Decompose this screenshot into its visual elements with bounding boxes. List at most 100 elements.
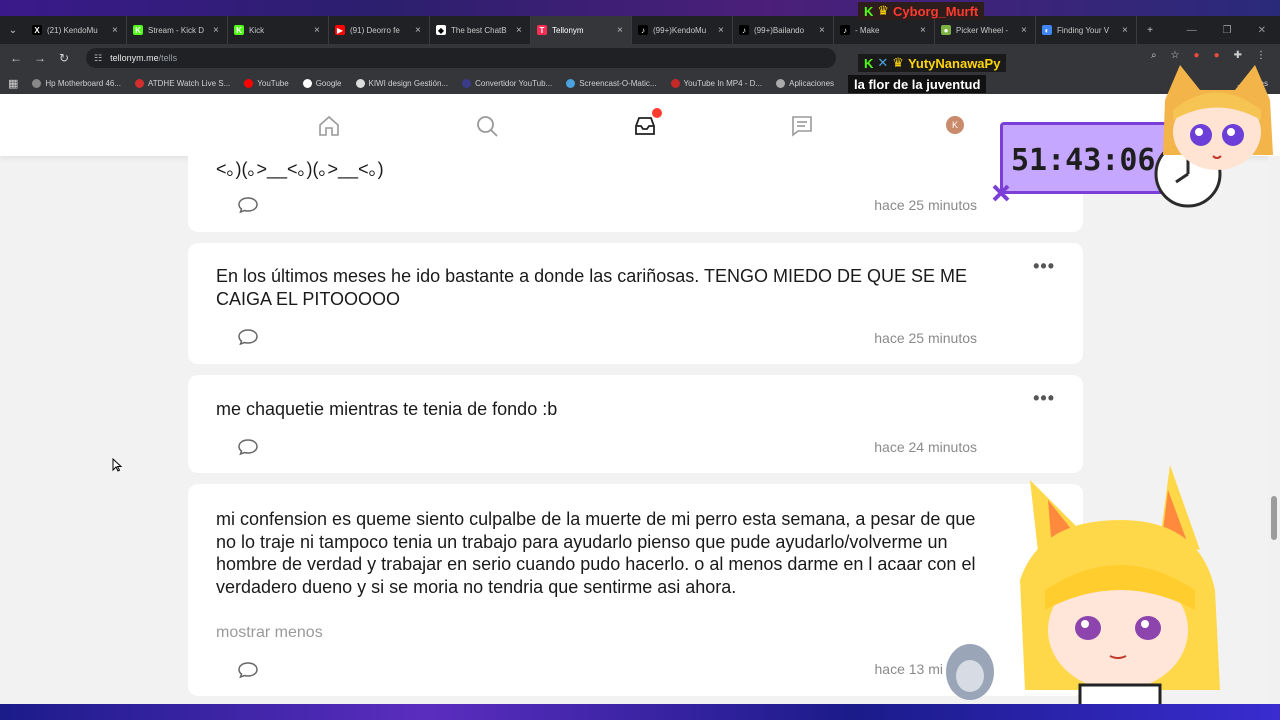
tab-title: (21) KendoMu xyxy=(47,25,98,35)
wheel-icon: ● xyxy=(941,25,951,35)
bookmark-item[interactable]: YouTube In MP4 - D... xyxy=(670,78,763,88)
notification-dot xyxy=(652,108,662,118)
more-options-icon[interactable]: ••• xyxy=(1033,256,1055,277)
tell-text: En los últimos meses he ido bastante a d… xyxy=(216,266,967,309)
bookmark-favicon-icon xyxy=(355,78,365,88)
reload-icon[interactable]: ↻ xyxy=(52,51,76,65)
apps-grid-icon[interactable]: ▦ xyxy=(8,77,18,90)
bookmark-item[interactable]: ATDHE Watch Live S... xyxy=(135,78,231,88)
browser-tab[interactable]: ▶ (91) Deorro fe × xyxy=(329,16,430,44)
bookmark-label: Google xyxy=(315,78,342,88)
browser-tab[interactable]: ◆ The best ChatB × xyxy=(430,16,531,44)
chat-user-badge: K ♛ Cyborg_Murft xyxy=(858,2,985,20)
browser-tab[interactable]: K Kick × xyxy=(228,16,329,44)
tab-title: Finding Your V xyxy=(1057,25,1110,35)
close-tab-icon[interactable]: × xyxy=(819,25,827,36)
bookmark-item[interactable]: YouTube xyxy=(244,78,289,88)
comment-icon[interactable] xyxy=(237,438,259,456)
browser-tab[interactable]: ♪ (99+)KendoMu × xyxy=(632,16,733,44)
bookmark-item[interactable]: Screencast-O-Matic... xyxy=(566,78,657,88)
window-controls: — ❐ ✕ xyxy=(1187,16,1280,44)
bookmark-item[interactable]: KIWI design Gestión... xyxy=(355,78,448,88)
browser-tab[interactable]: K Stream - Kick D × xyxy=(127,16,228,44)
browser-tab[interactable]: ◐ Finding Your V × xyxy=(1036,16,1137,44)
bookmarks-bar: ▦ Hp Motherboard 46... ATDHE Watch Live S… xyxy=(0,72,1280,94)
tab-title: The best ChatB xyxy=(451,25,507,35)
tab-search-chevron-icon[interactable]: ⌄ xyxy=(0,25,26,36)
address-bar[interactable]: ☷ tellonym.me/tells xyxy=(86,48,836,68)
close-tab-icon[interactable]: × xyxy=(213,25,221,36)
messages-icon[interactable] xyxy=(790,114,814,138)
back-arrow-icon[interactable]: ← xyxy=(4,51,28,65)
tab-title: Stream - Kick D xyxy=(148,25,205,35)
forward-arrow-icon[interactable]: → xyxy=(28,51,52,65)
tellonym-icon: T xyxy=(537,25,547,35)
minimize-icon[interactable]: — xyxy=(1187,25,1197,36)
restore-icon[interactable]: ❐ xyxy=(1223,25,1232,36)
bookmark-label: Screencast-O-Matic... xyxy=(579,78,657,88)
crown-icon: ♛ xyxy=(892,55,904,70)
kick-icon: K xyxy=(234,25,244,35)
close-window-icon[interactable]: ✕ xyxy=(1258,25,1266,36)
bookmark-item[interactable]: Hp Motherboard 46... xyxy=(32,78,122,88)
browser-tab[interactable]: ● Picker Wheel - × xyxy=(935,16,1036,44)
profile-avatar[interactable]: K xyxy=(946,116,964,134)
page-scrollbar[interactable] xyxy=(1268,156,1280,704)
globe-icon: ◐ xyxy=(1042,25,1052,35)
comment-icon[interactable] xyxy=(237,328,259,346)
bookmark-label: ATDHE Watch Live S... xyxy=(148,78,231,88)
close-tab-icon[interactable]: × xyxy=(1122,25,1130,36)
comment-icon[interactable] xyxy=(237,661,259,679)
bookmark-favicon-icon xyxy=(776,78,786,88)
bookmark-label: YouTube In MP4 - D... xyxy=(683,78,763,88)
tiktok-icon: ♪ xyxy=(840,25,850,35)
browser-tab[interactable]: T Tellonym × xyxy=(531,16,632,44)
site-info-icon[interactable]: ☷ xyxy=(94,53,102,64)
close-tab-icon[interactable]: × xyxy=(1021,25,1029,36)
browser-tab[interactable]: X (21) KendoMu × xyxy=(26,16,127,44)
vtuber-chibi-avatar xyxy=(1163,65,1273,170)
browser-tab[interactable]: ♪ (99+)Bailando × xyxy=(733,16,834,44)
chat-message: la flor de la juventud xyxy=(848,75,987,93)
bookmark-favicon-icon xyxy=(302,78,312,88)
small-character-icon xyxy=(946,644,994,700)
close-tab-icon[interactable]: × xyxy=(718,25,726,36)
close-tab-icon[interactable]: × xyxy=(112,25,120,36)
youtube-icon: ▶ xyxy=(335,25,345,35)
browser-tab[interactable]: ♪ - Make × xyxy=(834,16,935,44)
bookmark-favicon-icon xyxy=(566,78,576,88)
more-options-icon[interactable]: ••• xyxy=(1033,388,1055,409)
comment-icon[interactable] xyxy=(237,196,259,214)
tab-title: (99+)KendoMu xyxy=(653,25,707,35)
bookmark-label: Hp Motherboard 46... xyxy=(45,78,122,88)
new-tab-icon[interactable]: + xyxy=(1137,25,1163,36)
close-tab-icon[interactable]: × xyxy=(516,25,524,36)
stream-bottom-border xyxy=(0,704,1280,720)
home-icon[interactable] xyxy=(317,114,341,138)
bookmark-item[interactable]: Aplicaciones xyxy=(776,78,834,88)
scrollbar-thumb[interactable] xyxy=(1271,496,1277,540)
close-tab-icon[interactable]: × xyxy=(314,25,322,36)
tab-title: - Make xyxy=(855,25,880,35)
tell-timestamp: hace 13 mi xyxy=(874,661,943,677)
tell-timestamp: hace 25 minutos xyxy=(874,330,977,346)
bookmark-item[interactable]: Google xyxy=(302,78,342,88)
x-icon: X xyxy=(32,25,42,35)
tell-text: <｡)(｡>__<｡)(｡>__<｡) xyxy=(216,159,384,179)
inbox-icon[interactable] xyxy=(633,114,657,138)
close-tab-icon[interactable]: × xyxy=(920,25,928,36)
kick-icon: K xyxy=(864,55,874,71)
show-less-link[interactable]: mostrar menos xyxy=(216,624,323,642)
close-tab-icon[interactable]: × xyxy=(415,25,423,36)
bookmark-label: YouTube xyxy=(257,78,289,88)
tell-timestamp: hace 25 minutos xyxy=(874,197,977,213)
close-tab-icon[interactable]: × xyxy=(617,25,625,36)
tell-card: En los últimos meses he ido bastante a d… xyxy=(188,243,1083,364)
bookmark-item[interactable]: Convertidor YouTub... xyxy=(462,78,552,88)
vtuber-fox-avatar xyxy=(1020,465,1220,720)
timer-value: 51:43:06 xyxy=(1011,143,1156,178)
crown-icon: ♛ xyxy=(877,3,890,18)
search-icon[interactable] xyxy=(475,114,499,138)
bookmark-favicon-icon xyxy=(462,78,472,88)
url-host: tellonym.me xyxy=(110,53,159,63)
